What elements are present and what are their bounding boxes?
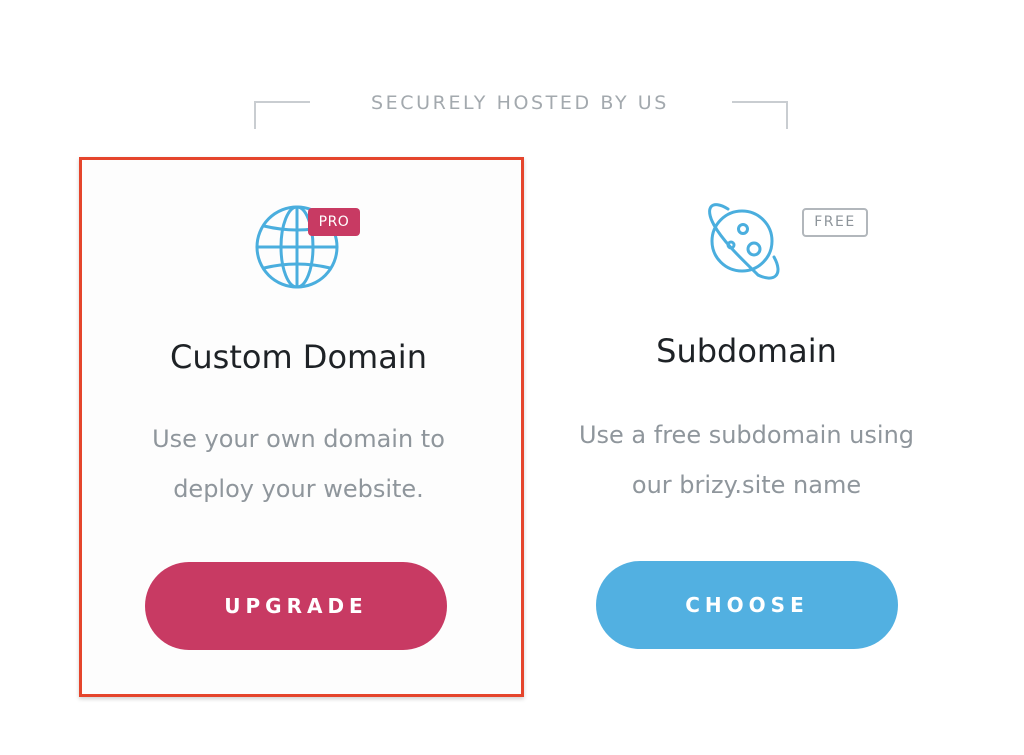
section-header: SECURELY HOSTED BY US <box>0 88 1024 138</box>
subdomain-title: Subdomain <box>656 332 837 370</box>
section-title: SECURELY HOSTED BY US <box>371 92 669 114</box>
planet-icon <box>698 195 788 285</box>
description-line: Use your own domain to <box>152 425 445 453</box>
choose-button[interactable]: CHOOSE <box>596 561 898 649</box>
description-line: our brizy.site name <box>631 471 862 499</box>
description-line: deploy your website. <box>173 475 424 503</box>
header-bracket-right <box>732 101 788 129</box>
subdomain-description: Use a free subdomain using our brizy.sit… <box>524 410 969 510</box>
upgrade-button[interactable]: UPGRADE <box>145 562 447 650</box>
free-badge: FREE <box>802 208 868 237</box>
custom-domain-card[interactable]: PRO Custom Domain Use your own domain to… <box>79 157 524 697</box>
header-bracket-left <box>254 101 310 129</box>
subdomain-card[interactable]: FREE Subdomain Use a free subdomain usin… <box>524 157 969 697</box>
custom-domain-description: Use your own domain to deploy your websi… <box>79 414 518 514</box>
description-line: Use a free subdomain using <box>578 421 915 449</box>
custom-domain-title: Custom Domain <box>170 338 427 376</box>
pro-badge: PRO <box>308 208 360 236</box>
